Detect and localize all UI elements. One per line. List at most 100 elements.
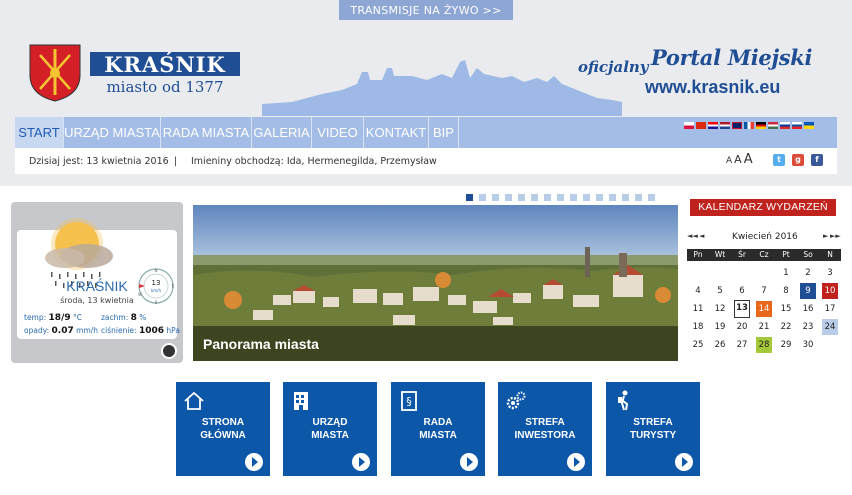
calendar-day[interactable]: 13 [734,300,750,318]
calendar-day[interactable]: 21 [753,318,775,336]
svg-text:§: § [406,395,412,408]
calendar-day[interactable]: 4 [687,282,709,300]
calendar-day[interactable]: 26 [709,336,731,354]
cloud-unit: % [139,313,147,322]
nav-item-kontakt[interactable]: KONTAKT [364,117,429,148]
photo-slider[interactable]: Panorama miasta [193,205,678,361]
calendar-day[interactable]: 20 [731,318,753,336]
slider-dot[interactable] [557,194,564,201]
calendar-day[interactable]: 15 [775,300,797,318]
nav-item-galeria[interactable]: GALERIA [252,117,312,148]
nav-item-start[interactable]: START [15,117,64,148]
calendar-day[interactable]: 19 [709,318,731,336]
tile-label: STREFA INWESTORA [514,417,576,441]
calendar-day[interactable]: 23 [797,318,819,336]
slider-dot[interactable] [544,194,551,201]
slider-dot[interactable] [466,194,473,201]
tile-urzad-miasta[interactable]: URZĄD MIASTA [283,382,377,476]
calendar-empty-cell [753,264,775,282]
google-plus-icon[interactable]: g [792,154,804,166]
calendar-day[interactable]: 10 [822,283,838,299]
calendar-day[interactable]: 12 [709,300,731,318]
ru-flag-icon[interactable] [780,122,790,129]
slider-dot[interactable] [505,194,512,201]
calendar-next-month[interactable]: ► [823,232,828,240]
slider-dot[interactable] [570,194,577,201]
calendar-weekday: Pn [687,249,709,261]
tile-strefa-turysty[interactable]: STREFA TURYSTY [606,382,700,476]
nav-item-rada-miasta[interactable]: RADA MIASTA [161,117,252,148]
nav-item-bip[interactable]: BIP [429,117,459,148]
font-medium-button[interactable]: A [734,153,742,166]
calendar-day[interactable]: 1 [775,264,797,282]
calendar-day[interactable]: 28 [756,337,772,353]
cn-flag-icon[interactable] [696,122,706,129]
tile-strona-glowna[interactable]: STRONA GŁÓWNA [176,382,270,476]
calendar-day[interactable]: 7 [753,282,775,300]
calendar-next-year[interactable]: ►► [830,232,841,240]
live-transmissions-button[interactable]: TRANSMISJE NA ŻYWO >> [339,0,513,20]
fr-flag-icon[interactable] [744,122,754,129]
calendar-day[interactable]: 3 [819,264,841,282]
facebook-icon[interactable]: f [811,154,823,166]
gb-flag-icon[interactable] [732,122,742,129]
calendar-day[interactable]: 2 [797,264,819,282]
weather-date: środa, 13 kwietnia [60,296,134,305]
slider-dot[interactable] [622,194,629,201]
tile-label: RADA MIASTA [419,417,457,441]
nl-flag-icon[interactable] [720,122,730,129]
calendar-day[interactable]: 8 [775,282,797,300]
tile-strefa-inwestora[interactable]: STREFA INWESTORA [498,382,592,476]
hr-flag-icon[interactable] [708,122,718,129]
calendar-day[interactable]: 6 [731,282,753,300]
calendar-day[interactable]: 17 [819,300,841,318]
slider-dot[interactable] [635,194,642,201]
nav-item-urzad-miasta[interactable]: URZĄD MIASTA [64,117,161,148]
pl-flag-icon[interactable] [684,122,694,129]
font-large-button[interactable]: A [744,152,753,167]
calendar-day[interactable]: 9 [800,283,816,299]
calendar-day[interactable]: 24 [822,319,838,335]
language-flags [684,122,814,131]
calendar-day[interactable]: 18 [687,318,709,336]
sk-flag-icon[interactable] [792,122,802,129]
slider-dot[interactable] [648,194,655,201]
tile-label: STRONA GŁÓWNA [200,417,246,441]
calendar-day[interactable]: 25 [687,336,709,354]
slider-dot[interactable] [609,194,616,201]
slider-dot[interactable] [479,194,486,201]
gears-icon [506,391,526,410]
weather-city: KRAŚNIK [66,278,128,294]
site-logo[interactable]: KRAŚNIK [90,52,240,77]
ua-flag-icon[interactable] [804,122,814,129]
calendar-day[interactable]: 14 [756,301,772,317]
de-flag-icon[interactable] [756,122,766,129]
portal-url[interactable]: www.krasnik.eu [645,77,780,98]
slider-dot[interactable] [531,194,538,201]
calendar-prev-month[interactable]: ◄ [699,232,704,240]
slider-dot[interactable] [596,194,603,201]
calendar-day[interactable]: 22 [775,318,797,336]
nav-item-video[interactable]: VIDEO [312,117,364,148]
arrow-right-circle-icon [352,453,370,471]
calendar-day[interactable]: 16 [797,300,819,318]
calendar-day[interactable]: 27 [731,336,753,354]
slider-dot[interactable] [518,194,525,201]
twitter-icon[interactable]: t [773,154,785,166]
calendar-prev-year[interactable]: ◄◄ [687,232,698,240]
temperature-value: 18/9 [48,313,71,323]
calendar-day[interactable]: 30 [797,336,819,354]
calendar-weekday: N [819,249,841,261]
calendar-day[interactable]: 11 [687,300,709,318]
slider-dot[interactable] [583,194,590,201]
calendar-day[interactable]: 5 [709,282,731,300]
weather-provider-logo[interactable] [161,343,177,359]
slider-dot[interactable] [492,194,499,201]
font-small-button[interactable]: A [726,156,732,166]
tile-rada-miasta[interactable]: § RADA MIASTA [391,382,485,476]
calendar-empty-cell [709,264,731,282]
calendar-day[interactable]: 29 [775,336,797,354]
pressure-label: ciśnienie: [101,326,137,335]
hu-flag-icon[interactable] [768,122,778,129]
pressure-unit: hPa [166,326,180,335]
